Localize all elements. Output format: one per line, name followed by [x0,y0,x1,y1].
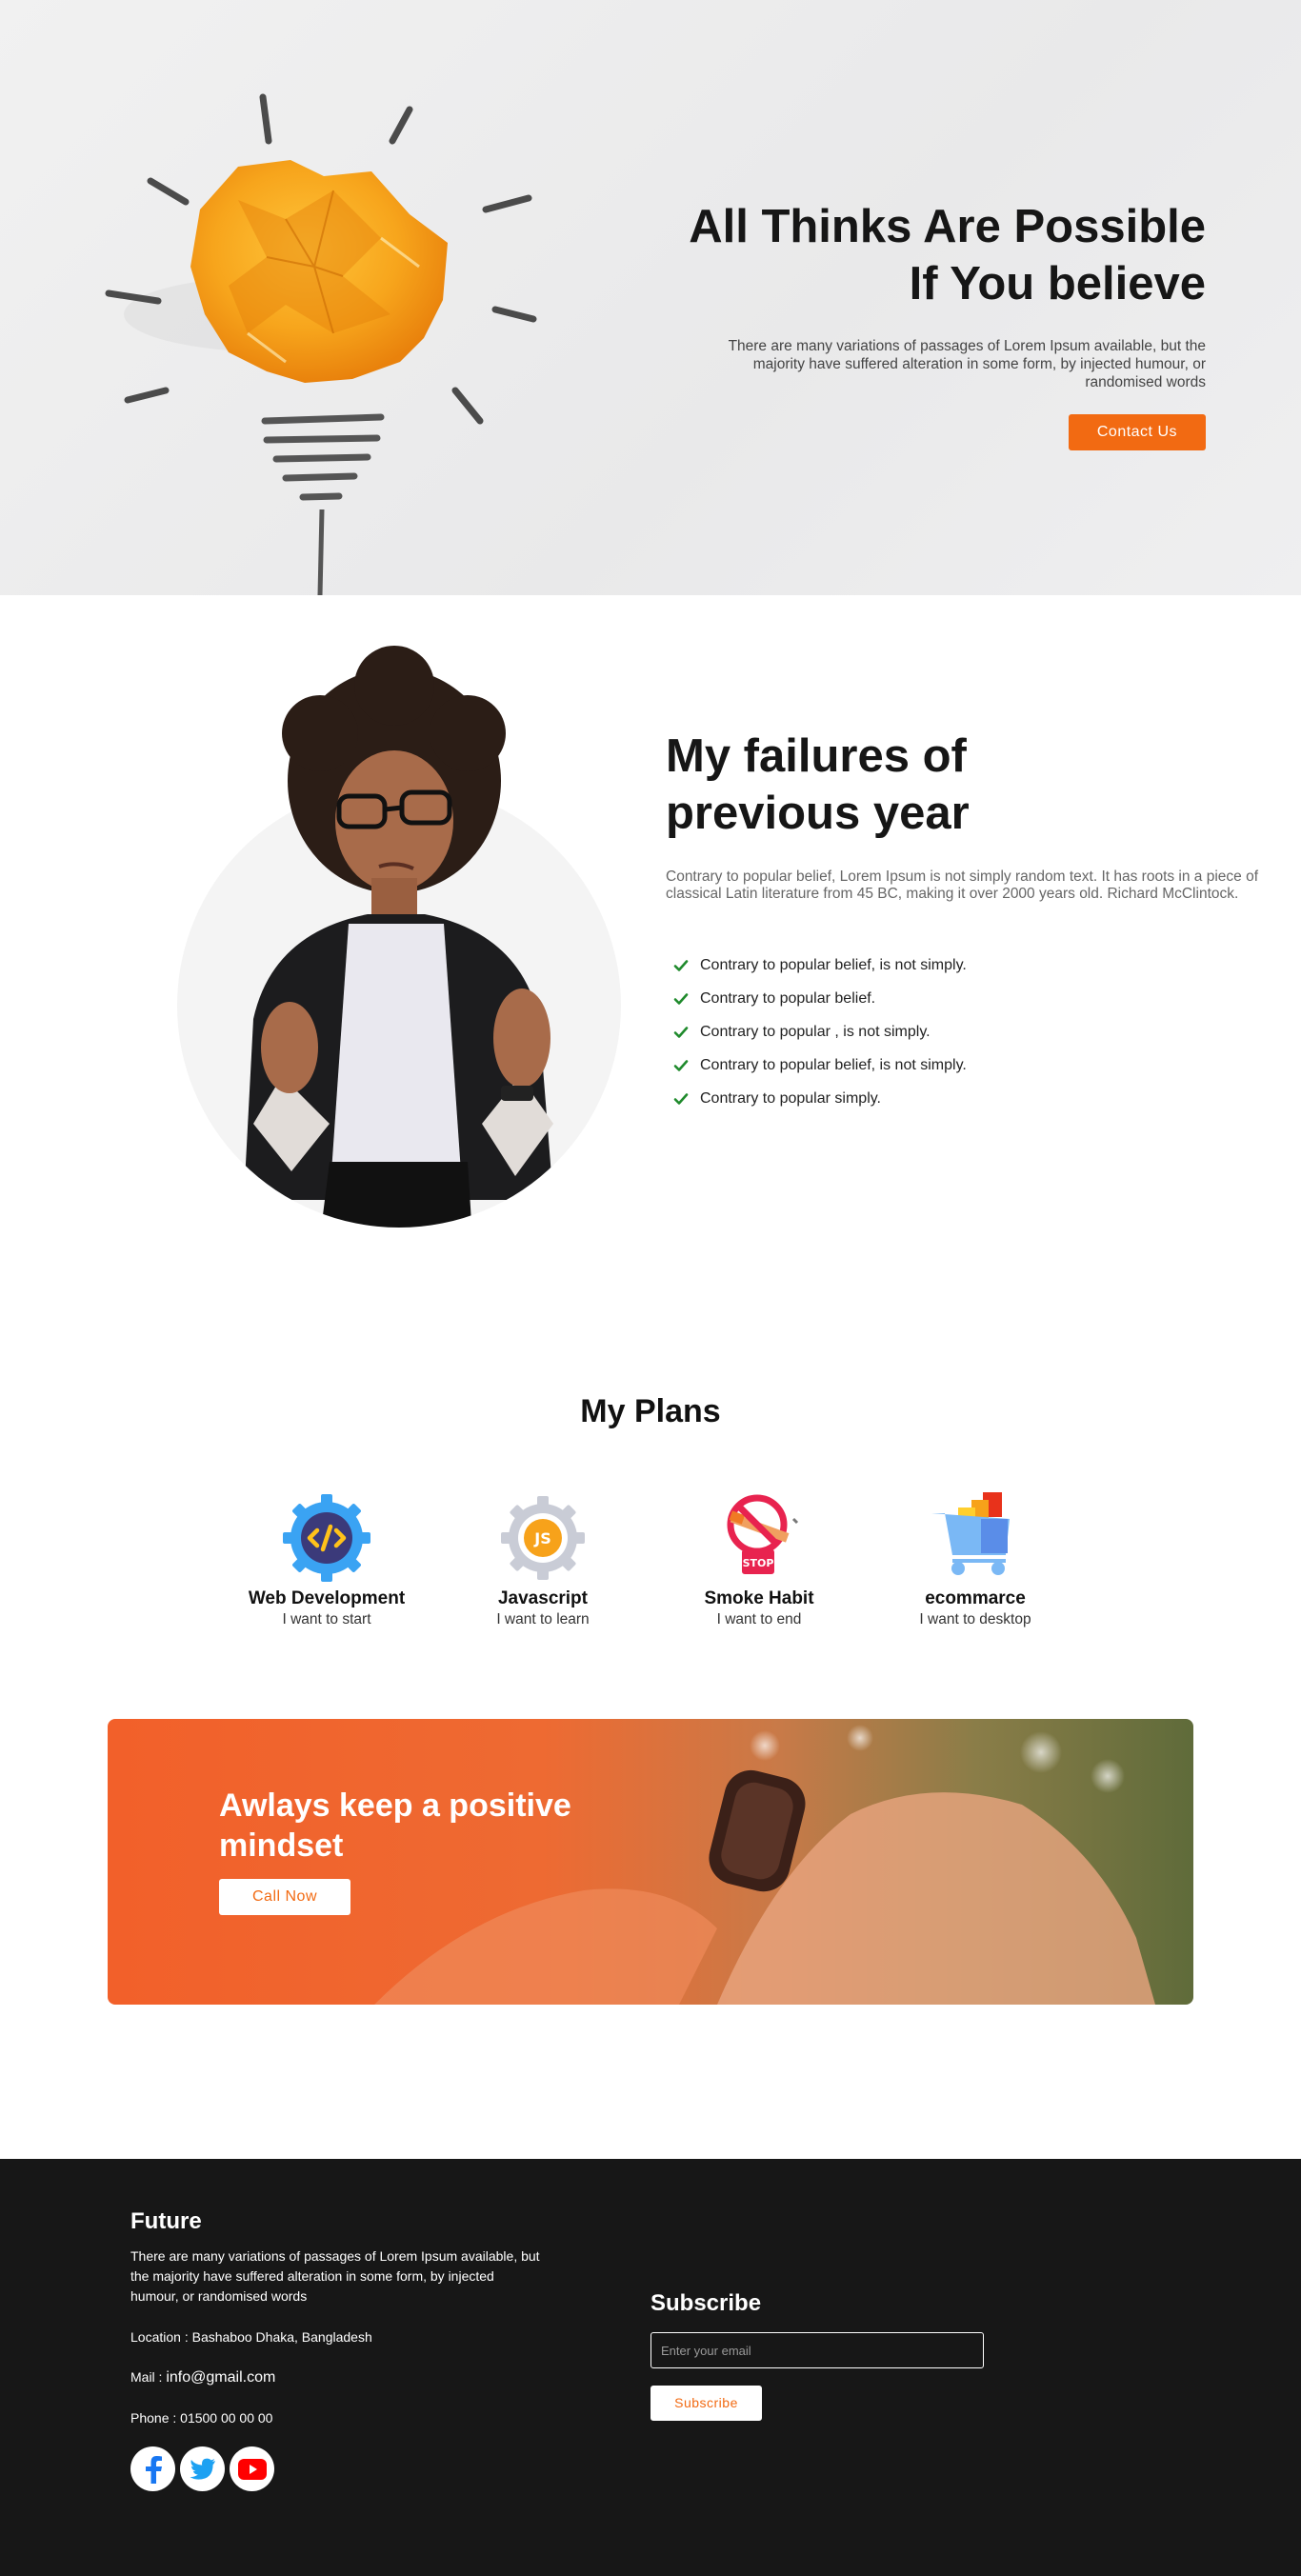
list-item: Contrary to popular belief, is not simpl… [673,1048,1280,1082]
check-icon [673,992,689,1005]
failures-check-list: Contrary to popular belief, is not simpl… [666,949,1280,1115]
list-item: Contrary to popular belief. [673,982,1280,1015]
banner-title: Awlays keep a positive mindset [219,1787,571,1864]
plan-card-web-development: Web Development I want to start [217,1490,436,1628]
plan-subtitle: I want to start [282,1611,371,1627]
code-gear-icon [283,1494,370,1582]
banner-text-block: Awlays keep a positive mindset Call Now [219,1786,619,1915]
footer-phone: Phone : 01500 00 00 00 [130,2410,273,2426]
hero-description: There are many variations of passages of… [728,338,1206,390]
failures-description: Contrary to popular belief, Lorem Ipsum … [666,869,1259,902]
list-item-text: Contrary to popular belief. [700,989,876,1007]
hero-section: All Thinks Are Possible If You believe T… [0,0,1301,595]
plan-card-smoke-habit: STOP Smoke Habit I want to end [650,1490,869,1628]
plan-subtitle: I want to end [716,1611,802,1627]
failures-title-line2: previous year [666,788,970,839]
failures-text-block: My failures of previous year Contrary to… [666,728,1280,1115]
footer: Future There are many variations of pass… [0,2159,1301,2576]
check-icon [673,1059,689,1071]
paper-lightbulb-image [105,93,537,595]
list-item: Contrary to popular simply. [673,1082,1280,1115]
plans-title: My Plans [580,1393,721,1429]
hero-text-block: All Thinks Are Possible If You believe T… [615,198,1206,450]
facebook-link[interactable] [130,2446,175,2491]
mail-link[interactable]: info@gmail.com [166,2369,275,2386]
plan-name: Javascript [497,1588,588,1608]
plan-name: Smoke Habit [704,1588,814,1608]
check-icon [673,1026,689,1038]
hero-title-line2: If You believe [909,258,1206,310]
email-input[interactable] [650,2332,984,2368]
hero-title: All Thinks Are Possible If You believe [615,198,1206,312]
subscribe-title: Subscribe [650,2290,762,2316]
footer-subscribe: Subscribe Subscribe [650,2290,984,2421]
hero-title-line1: All Thinks Are Possible [689,201,1206,252]
plan-subtitle: I want to desktop [919,1611,1031,1627]
check-icon [673,959,689,971]
footer-mail: Mail : info@gmail.com [130,2367,540,2387]
contact-us-button[interactable]: Contact Us [1068,414,1206,450]
positive-mindset-banner: Awlays keep a positive mindset Call Now [108,1719,1193,2005]
list-item-text: Contrary to popular simply. [700,1089,881,1107]
youtube-icon [237,2458,267,2480]
call-now-button[interactable]: Call Now [219,1879,350,1915]
shopping-cart-icon [931,1492,1010,1575]
subscribe-button[interactable]: Subscribe [650,2386,762,2421]
plan-subtitle: I want to learn [496,1611,590,1627]
social-links [130,2446,540,2491]
plan-card-javascript: JS Javascript I want to learn [433,1490,652,1628]
list-item-text: Contrary to popular belief, is not simpl… [700,1056,967,1073]
plan-name: ecommarce [925,1588,1026,1608]
no-smoking-stop-icon: STOP [727,1494,799,1574]
check-icon [673,1092,689,1105]
mail-label: Mail : [130,2369,167,2385]
svg-text:STOP: STOP [743,1557,774,1569]
plan-card-ecommarce: ecommarce I want to desktop [866,1490,1085,1628]
failures-title: My failures of previous year [666,728,1280,842]
footer-title: Future [130,2208,202,2234]
footer-location: Location : Bashaboo Dhaka, Bangladesh [130,2329,372,2345]
failures-title-line1: My failures of [666,730,967,782]
list-item-text: Contrary to popular belief, is not simpl… [700,956,967,973]
footer-about: Future There are many variations of pass… [130,2208,540,2491]
plan-name: Web Development [248,1588,406,1608]
list-item: Contrary to popular , is not simply. [673,1015,1280,1048]
list-item: Contrary to popular belief, is not simpl… [673,949,1280,982]
youtube-link[interactable] [230,2446,274,2491]
facebook-icon [145,2455,162,2484]
confused-woman-portrait [244,646,553,1228]
twitter-icon [190,2458,215,2480]
svg-text:JS: JS [533,1529,550,1548]
twitter-link[interactable] [180,2446,225,2491]
list-item-text: Contrary to popular , is not simply. [700,1023,931,1040]
footer-description: There are many variations of passages of… [130,2248,540,2304]
js-gear-icon: JS [501,1496,585,1580]
